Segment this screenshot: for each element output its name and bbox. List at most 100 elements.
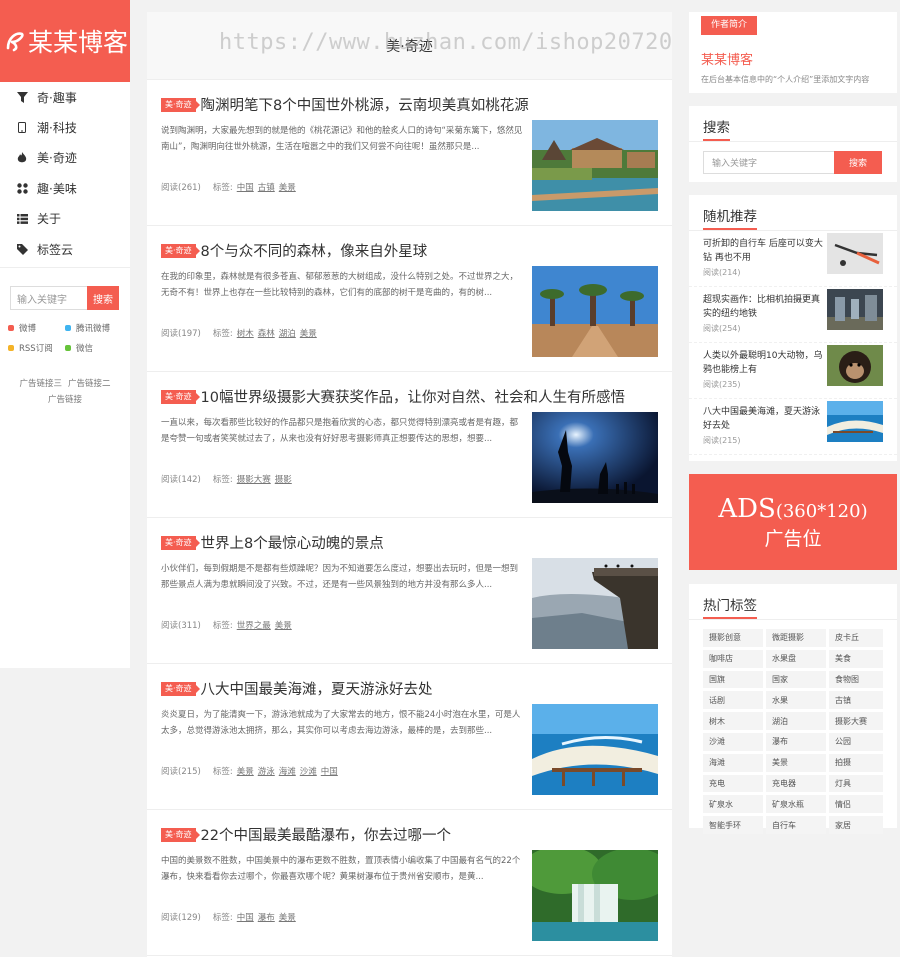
article-thumbnail[interactable] (532, 412, 658, 503)
article-thumbnail[interactable] (532, 850, 658, 941)
nav-item-chaokeji[interactable]: 潮·科技 (0, 112, 130, 142)
hot-tag[interactable]: 沙滩 (703, 732, 763, 751)
recommend-item[interactable]: 八大中国最美海滩，夏天游泳好去处 阅读(215) (689, 401, 897, 455)
category-badge[interactable]: 美·奇迹 (161, 97, 200, 112)
recommend-item-title[interactable]: 超现实画作：比相机拍摄更真实的纽约地铁 (703, 293, 823, 321)
tag-link[interactable]: 中国 (237, 181, 254, 193)
tag-link[interactable]: 摄影大赛 (237, 473, 271, 485)
ad-banner[interactable]: ADS(360*120) 广告位 (689, 474, 897, 570)
hot-tag[interactable]: 灯具 (829, 774, 883, 793)
article-title[interactable]: 22个中国最美最酷瀑布，你去过哪一个 (201, 824, 451, 845)
nav-item-qumeiwei[interactable]: 趣·美味 (0, 173, 130, 203)
hot-tag[interactable]: 海滩 (703, 753, 763, 772)
search-button[interactable]: 搜索 (834, 151, 882, 174)
hot-tag[interactable]: 充电 (703, 774, 763, 793)
category-badge[interactable]: 美·奇迹 (161, 535, 200, 550)
hot-tag[interactable]: 咖啡店 (703, 649, 763, 668)
tag-link[interactable]: 游泳 (258, 765, 275, 777)
article-thumbnail[interactable] (532, 558, 658, 649)
hot-tag[interactable]: 国家 (766, 670, 826, 689)
hot-tag[interactable]: 水果盘 (766, 649, 826, 668)
hot-tag[interactable]: 瀑布 (766, 732, 826, 751)
hot-tag[interactable]: 微距摄影 (766, 629, 826, 647)
tag-link[interactable]: 美景 (237, 765, 254, 777)
hot-tag[interactable]: 自行车 (766, 816, 826, 834)
recommend-item[interactable]: 超现实画作：比相机拍摄更真实的纽约地铁 阅读(254) (689, 289, 897, 343)
hot-tag[interactable]: 美景 (766, 753, 826, 772)
article-title[interactable]: 世界上8个最惊心动魄的景点 (201, 532, 384, 553)
hot-tag[interactable]: 摄影创意 (703, 629, 763, 647)
hot-tag[interactable]: 矿泉水 (703, 795, 763, 814)
recommend-item-title[interactable]: 可折卸的自行车 后座可以变大钻 再也不用 (703, 237, 823, 265)
hot-tag[interactable]: 水果 (766, 691, 826, 710)
article-title[interactable]: 八大中国最美海滩，夏天游泳好去处 (201, 678, 433, 699)
search-input[interactable]: 输入关键字 (703, 151, 834, 174)
hot-tag[interactable]: 皮卡丘 (829, 629, 883, 647)
tag-link[interactable]: 世界之最 (237, 619, 271, 631)
tag-link[interactable]: 美景 (279, 911, 296, 923)
recommend-thumbnail[interactable] (827, 233, 883, 274)
ad-link[interactable]: 广告链接二 (68, 379, 111, 389)
sidebar-search-button[interactable]: 搜索 (87, 286, 119, 311)
category-badge[interactable]: 美·奇迹 (161, 243, 200, 258)
hot-tag[interactable]: 摄影大赛 (829, 712, 883, 730)
article-thumbnail[interactable] (532, 266, 658, 357)
recommend-item[interactable]: 可折卸的自行车 后座可以变大钻 再也不用 阅读(214) (689, 233, 897, 287)
recommend-thumbnail[interactable] (827, 401, 883, 442)
site-logo[interactable]: 某某博客 (0, 0, 130, 82)
nav-item-qiqushi[interactable]: 奇·趣事 (0, 82, 130, 112)
hot-tag[interactable]: 美食 (829, 649, 883, 668)
tag-link[interactable]: 美景 (279, 181, 296, 193)
article-item: 美·奇迹 10幅世界级摄影大赛获奖作品，让你对自然、社会和人生有所感悟 一直以来… (147, 372, 672, 518)
ad-link[interactable]: 广告链接三 (19, 379, 62, 389)
tag-link[interactable]: 树木 (237, 327, 254, 339)
recommend-thumbnail[interactable] (827, 289, 883, 330)
tag-link[interactable]: 森林 (258, 327, 275, 339)
tag-link[interactable]: 摄影 (275, 473, 292, 485)
article-title[interactable]: 8个与众不同的森林，像来自外星球 (201, 240, 428, 261)
hot-tag[interactable]: 湖泊 (766, 712, 826, 730)
ad-link[interactable]: 广告链接 (48, 395, 82, 405)
hot-tag[interactable]: 国旗 (703, 670, 763, 689)
social-rss[interactable]: RSS订阅 (8, 342, 65, 354)
hot-tag[interactable]: 食物图 (829, 670, 883, 689)
recommend-thumbnail[interactable] (827, 345, 883, 386)
hot-tag[interactable]: 智能手环 (703, 816, 763, 834)
recommend-item[interactable]: 人类以外最聪明10大动物，乌鸦也能榜上有 阅读(235) (689, 345, 897, 399)
hot-tag[interactable]: 树木 (703, 712, 763, 730)
category-badge[interactable]: 美·奇迹 (161, 389, 200, 404)
tag-link[interactable]: 湖泊 (279, 327, 296, 339)
article-title[interactable]: 10幅世界级摄影大赛获奖作品，让你对自然、社会和人生有所感悟 (201, 386, 625, 407)
hot-tag[interactable]: 情侣 (829, 795, 883, 814)
social-tencent-weibo[interactable]: 腾讯微博 (65, 322, 122, 334)
recommend-item-title[interactable]: 八大中国最美海滩，夏天游泳好去处 (703, 405, 823, 433)
tag-link[interactable]: 美景 (275, 619, 292, 631)
hot-tag[interactable]: 话剧 (703, 691, 763, 710)
hot-tag[interactable]: 充电器 (766, 774, 826, 793)
social-weibo[interactable]: 微博 (8, 322, 65, 334)
social-wechat[interactable]: 微信 (65, 342, 122, 354)
hot-tag[interactable]: 拍摄 (829, 753, 883, 772)
tag-link[interactable]: 中国 (321, 765, 338, 777)
category-badge[interactable]: 美·奇迹 (161, 827, 200, 842)
nav-item-about[interactable]: 关于 (0, 204, 130, 234)
article-thumbnail[interactable] (532, 120, 658, 211)
nav-item-meiqiji[interactable]: 美·奇迹 (0, 143, 130, 173)
nav-item-tag-cloud[interactable]: 标签云 (0, 234, 130, 264)
tag-link[interactable]: 古镇 (258, 181, 275, 193)
tag-link[interactable]: 中国 (237, 911, 254, 923)
article-thumbnail[interactable] (532, 704, 658, 795)
hot-tag[interactable]: 公园 (829, 732, 883, 751)
article-title[interactable]: 陶渊明笔下8个中国世外桃源，云南坝美真如桃花源 (201, 94, 529, 115)
hot-tag[interactable]: 古镇 (829, 691, 883, 710)
tag-link[interactable]: 美景 (300, 327, 317, 339)
hot-tag[interactable]: 家居 (829, 816, 883, 834)
recommend-item-title[interactable]: 人类以外最聪明10大动物，乌鸦也能榜上有 (703, 349, 823, 377)
tag-link[interactable]: 瀑布 (258, 911, 275, 923)
tag-link[interactable]: 沙滩 (300, 765, 317, 777)
category-badge[interactable]: 美·奇迹 (161, 681, 200, 696)
tag-link[interactable]: 海滩 (279, 765, 296, 777)
hot-tag[interactable]: 矿泉水瓶 (766, 795, 826, 814)
author-name[interactable]: 某某博客 (701, 49, 885, 68)
sidebar-search-input[interactable]: 输入关键字 (10, 286, 87, 311)
